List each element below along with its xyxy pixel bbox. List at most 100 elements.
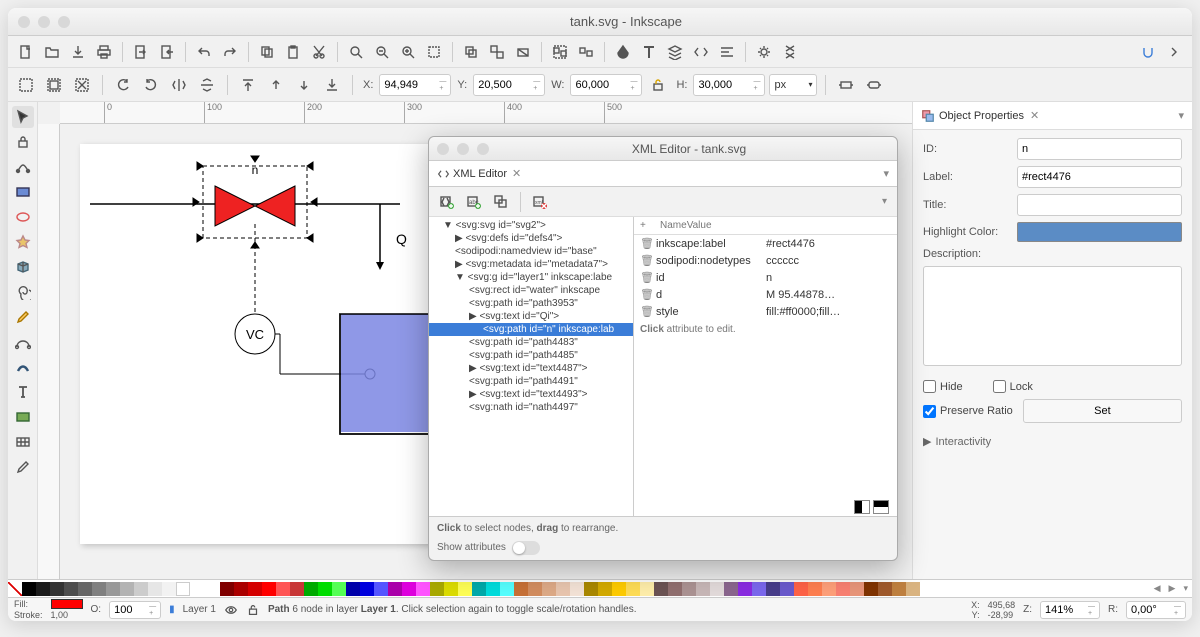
lower-bottom-button[interactable] bbox=[320, 73, 344, 97]
label-field[interactable] bbox=[1017, 166, 1182, 188]
zoom-page-button[interactable] bbox=[396, 40, 420, 64]
align-button[interactable] bbox=[715, 40, 739, 64]
print-button[interactable] bbox=[92, 40, 116, 64]
xml-node[interactable]: ▼ <svg:g id="layer1" inkscape:labe bbox=[429, 271, 633, 284]
unit-select[interactable]: px▾ bbox=[769, 74, 817, 96]
pencil-tool[interactable] bbox=[12, 306, 34, 328]
zoom-window-button[interactable] bbox=[58, 16, 70, 28]
text-tool[interactable] bbox=[12, 381, 34, 403]
x-input[interactable]: —+ bbox=[379, 74, 451, 96]
text-dialog-button[interactable] bbox=[637, 40, 661, 64]
visibility-icon[interactable] bbox=[224, 602, 238, 618]
description-field[interactable] bbox=[923, 266, 1182, 366]
xml-attr-row[interactable]: 🗑inkscape:label#rect4476 bbox=[634, 235, 897, 252]
xml-tab[interactable]: XML Editor✕ ▾ bbox=[429, 161, 897, 187]
hide-checkbox[interactable]: Hide bbox=[923, 380, 963, 393]
xml-tree[interactable]: ▼ <svg:svg id="svg2">▶ <svg:defs id="def… bbox=[429, 217, 634, 516]
delete-attr-icon[interactable]: 🗑 bbox=[640, 254, 656, 267]
xml-node[interactable]: <svg:path id="path4483" bbox=[429, 336, 633, 349]
xml-attr-row[interactable]: 🗑stylefill:#ff0000;fill… bbox=[634, 303, 897, 320]
xml-titlebar[interactable]: XML Editor - tank.svg bbox=[429, 137, 897, 161]
layers-button[interactable] bbox=[663, 40, 687, 64]
duplicate-node-button[interactable] bbox=[489, 190, 513, 214]
zoom-input[interactable]: —+ bbox=[1040, 601, 1100, 619]
panel-tab[interactable]: Object Properties ✕ ▾ bbox=[913, 102, 1192, 130]
layout-vertical-button[interactable] bbox=[873, 500, 889, 514]
xml-node[interactable]: ▼ <svg:svg id="svg2"> bbox=[429, 219, 633, 232]
export-button[interactable] bbox=[155, 40, 179, 64]
opacity-input[interactable]: —+ bbox=[109, 601, 161, 619]
ellipse-tool[interactable] bbox=[12, 206, 34, 228]
dropper-tool[interactable] bbox=[12, 456, 34, 478]
xml-attr-row[interactable]: 🗑dM 95.44878… bbox=[634, 286, 897, 303]
doc-properties-button[interactable] bbox=[778, 40, 802, 64]
xml-attr-row[interactable]: 🗑sodipodi:nodetypescccccc bbox=[634, 252, 897, 269]
copy-button[interactable] bbox=[255, 40, 279, 64]
mesh-tool[interactable] bbox=[12, 431, 34, 453]
delete-attr-icon[interactable]: 🗑 bbox=[640, 288, 656, 301]
redo-button[interactable] bbox=[218, 40, 242, 64]
palette-scroll-left[interactable]: ◀ bbox=[1150, 583, 1165, 594]
3dbox-tool[interactable] bbox=[12, 256, 34, 278]
select-all-layers-button[interactable] bbox=[42, 73, 66, 97]
delete-attr-icon[interactable]: 🗑 bbox=[640, 305, 656, 318]
flip-v-button[interactable] bbox=[195, 73, 219, 97]
new-file-button[interactable] bbox=[14, 40, 38, 64]
no-fill-swatch[interactable] bbox=[8, 582, 22, 596]
palette-scroll-right[interactable]: ▶ bbox=[1165, 583, 1180, 594]
layer-lock-icon[interactable] bbox=[246, 602, 260, 618]
group-button[interactable] bbox=[548, 40, 572, 64]
lock-icon[interactable] bbox=[12, 131, 34, 153]
id-field[interactable] bbox=[1017, 138, 1182, 160]
zoom-selection-button[interactable] bbox=[344, 40, 368, 64]
rotate-ccw-button[interactable] bbox=[111, 73, 135, 97]
delete-attr-icon[interactable]: 🗑 bbox=[640, 237, 656, 250]
xml-attr-row[interactable]: 🗑idn bbox=[634, 269, 897, 286]
open-file-button[interactable] bbox=[40, 40, 64, 64]
xml-node[interactable]: <svg:rect id="water" inkscape bbox=[429, 284, 633, 297]
xml-attributes[interactable]: +NameValue 🗑inkscape:label#rect4476🗑sodi… bbox=[634, 217, 897, 516]
spiral-tool[interactable] bbox=[12, 281, 34, 303]
close-window-button[interactable] bbox=[18, 16, 30, 28]
scale-stroke-button[interactable] bbox=[834, 73, 858, 97]
lower-button[interactable] bbox=[292, 73, 316, 97]
show-attributes-toggle[interactable] bbox=[512, 541, 540, 555]
xml-menu-button[interactable]: ▾ bbox=[882, 196, 891, 207]
flip-h-button[interactable] bbox=[167, 73, 191, 97]
xml-editor-dialog[interactable]: XML Editor - tank.svg XML Editor✕ ▾ abc … bbox=[428, 136, 898, 561]
zoom-fit-button[interactable] bbox=[422, 40, 446, 64]
xml-node[interactable]: <svg:path id="path3953" bbox=[429, 297, 633, 310]
interactivity-expander[interactable]: ▶ Interactivity bbox=[923, 435, 1182, 448]
rotation-input[interactable]: —+ bbox=[1126, 601, 1186, 619]
duplicate-button[interactable] bbox=[459, 40, 483, 64]
palette-menu-button[interactable]: ▾ bbox=[1179, 583, 1192, 594]
select-all-button[interactable] bbox=[14, 73, 38, 97]
xml-node[interactable]: ▶ <svg:text id="Qi"> bbox=[429, 310, 633, 323]
xml-node[interactable]: <svg:nath id="nath4497" bbox=[429, 401, 633, 414]
set-button[interactable]: Set bbox=[1023, 399, 1182, 423]
new-text-node-button[interactable]: abc bbox=[462, 190, 486, 214]
layer-indicator[interactable]: Layer 1 bbox=[183, 604, 216, 615]
scale-corners-button[interactable] bbox=[862, 73, 886, 97]
xml-node[interactable]: ▶ <svg:text id="text4487"> bbox=[429, 362, 633, 375]
xml-node[interactable]: <svg:path id="path4491" bbox=[429, 375, 633, 388]
vertical-ruler[interactable] bbox=[38, 124, 60, 579]
calligraphy-tool[interactable] bbox=[12, 356, 34, 378]
color-palette[interactable]: ◀ ▶ ▾ bbox=[8, 579, 1192, 597]
xml-editor-button[interactable] bbox=[689, 40, 713, 64]
highlight-color-button[interactable] bbox=[1017, 222, 1182, 242]
xml-node[interactable]: ▶ <svg:metadata id="metadata7"> bbox=[429, 258, 633, 271]
star-tool[interactable] bbox=[12, 231, 34, 253]
bezier-tool[interactable] bbox=[12, 331, 34, 353]
delete-attr-icon[interactable]: 🗑 bbox=[640, 271, 656, 284]
node-tool[interactable] bbox=[12, 156, 34, 178]
y-input[interactable]: —+ bbox=[473, 74, 545, 96]
xml-node[interactable]: <svg:path id="n" inkscape:lab bbox=[429, 323, 633, 336]
save-button[interactable] bbox=[66, 40, 90, 64]
minimize-window-button[interactable] bbox=[38, 16, 50, 28]
cut-button[interactable] bbox=[307, 40, 331, 64]
paste-button[interactable] bbox=[281, 40, 305, 64]
delete-node-button[interactable]: xml bbox=[528, 190, 552, 214]
deselect-button[interactable] bbox=[70, 73, 94, 97]
preferences-button[interactable] bbox=[752, 40, 776, 64]
